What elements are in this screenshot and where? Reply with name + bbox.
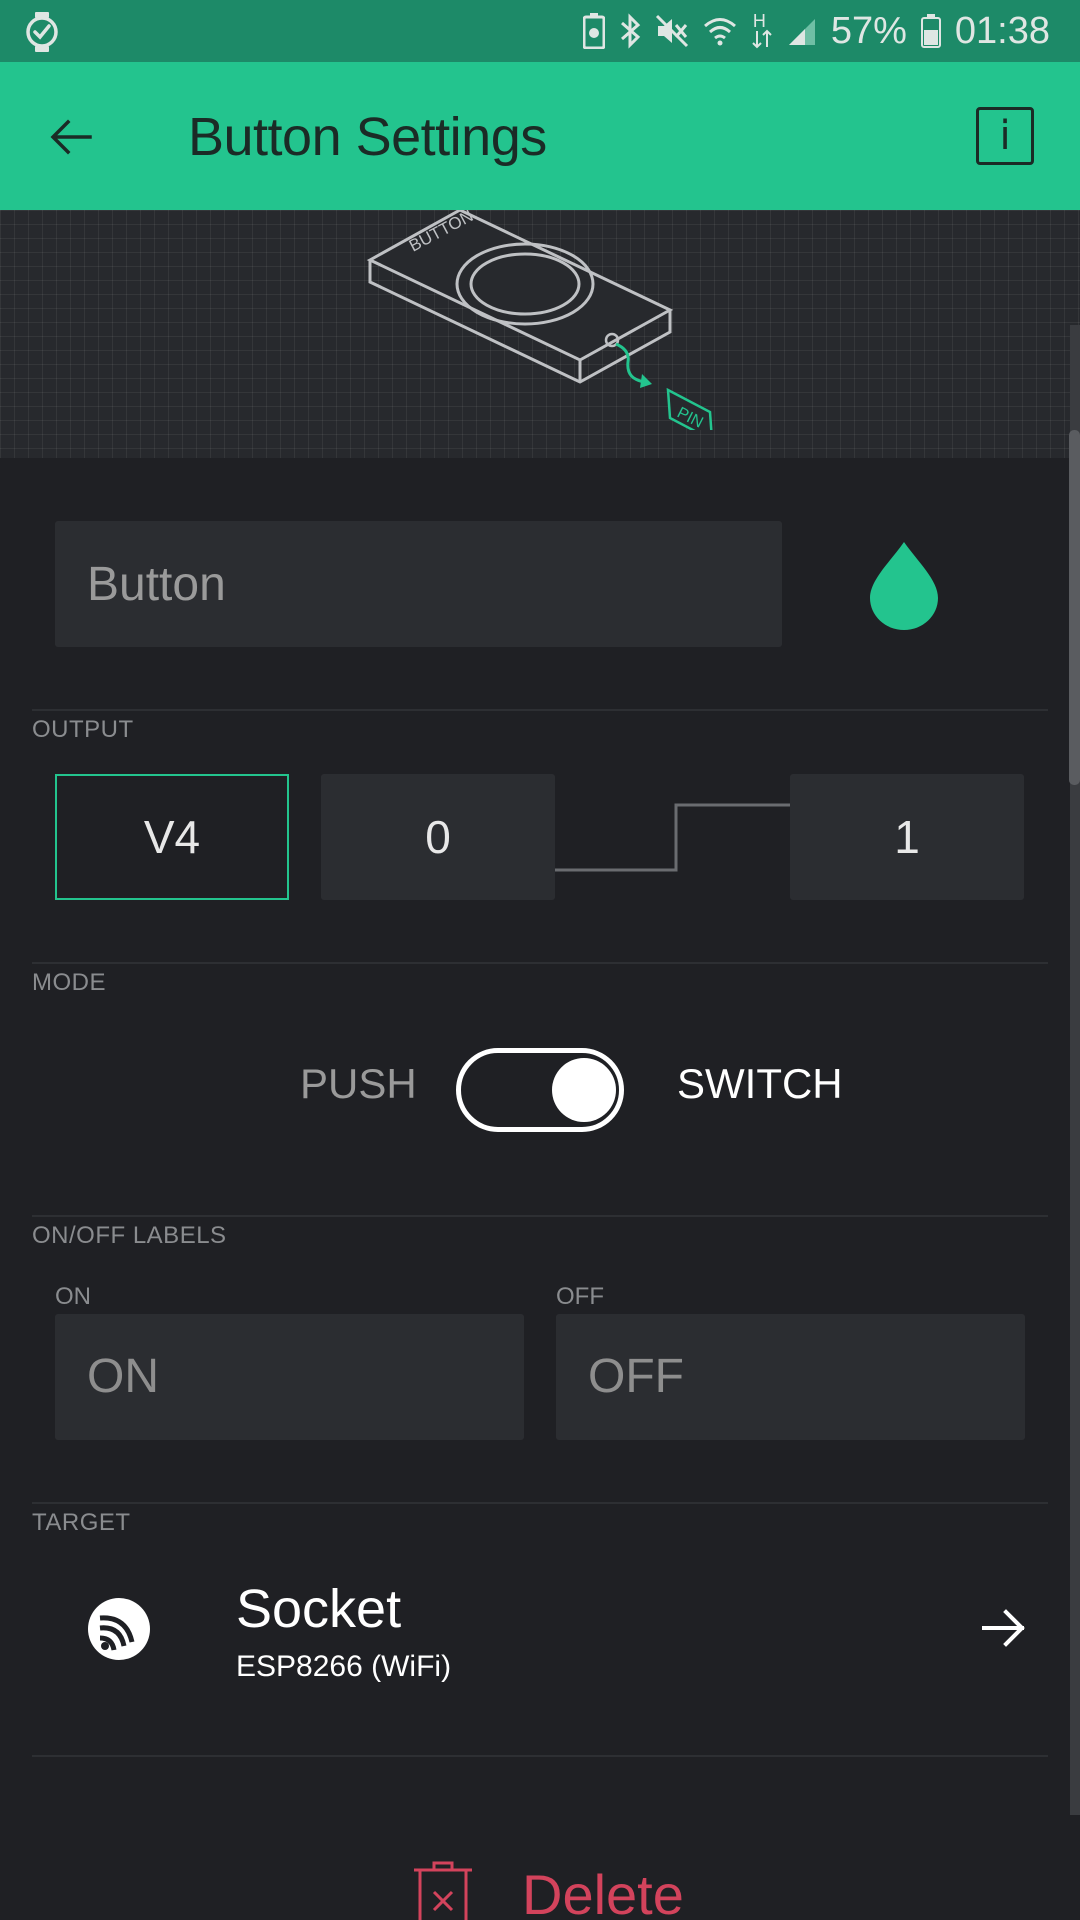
divider — [32, 1215, 1048, 1217]
widget-illustration: BUTTON PIN — [0, 210, 1080, 458]
divider — [32, 1755, 1048, 1757]
battery-saver-icon — [582, 13, 605, 49]
divider — [32, 1502, 1048, 1504]
target-device: ESP8266 (WiFi) — [236, 1650, 452, 1683]
high-value-input[interactable]: 1 — [790, 774, 1024, 900]
button-device-illustration: BUTTON PIN — [366, 210, 713, 430]
clock: 01:38 — [954, 9, 1050, 52]
scrollbar-thumb[interactable] — [1069, 430, 1080, 785]
mute-icon — [655, 14, 689, 48]
arrow-right-icon — [982, 1609, 1025, 1647]
section-label-output: OUTPUT — [32, 716, 134, 743]
signal-icon — [787, 15, 817, 47]
section-label-mode: MODE — [32, 969, 106, 996]
info-button[interactable]: i — [976, 107, 1034, 165]
section-label-onoff: ON/OFF LABELS — [32, 1222, 227, 1249]
on-caption: ON — [55, 1283, 91, 1310]
widget-name-input[interactable] — [55, 521, 782, 647]
wifi-icon — [703, 16, 737, 46]
battery-percent: 57% — [830, 9, 907, 52]
pin-selector[interactable]: V4 — [55, 774, 289, 900]
off-caption: OFF — [556, 1283, 604, 1310]
target-name: Socket — [236, 1579, 402, 1639]
watch-check-icon — [24, 12, 60, 52]
section-label-target: TARGET — [32, 1509, 131, 1536]
divider — [32, 709, 1048, 711]
bluetooth-icon — [619, 13, 641, 49]
esp-chip-icon — [88, 1598, 150, 1660]
mode-push-label[interactable]: PUSH — [300, 1060, 417, 1108]
back-button[interactable] — [40, 104, 106, 170]
on-label-input[interactable]: ON — [55, 1314, 524, 1440]
arrow-left-icon — [50, 119, 92, 155]
delete-label: Delete — [522, 1863, 684, 1920]
trash-icon — [414, 1861, 472, 1920]
low-value-input[interactable]: 0 — [321, 774, 555, 900]
mode-toggle[interactable] — [456, 1048, 624, 1132]
delete-button[interactable]: Delete — [410, 1860, 710, 1920]
status-icons: H 57% 01:38 — [582, 8, 1050, 54]
network-type-icon: H — [751, 11, 773, 49]
mode-switch-label[interactable]: SWITCH — [677, 1060, 843, 1108]
page-title: Button Settings — [188, 107, 547, 167]
color-drop-icon — [870, 542, 938, 630]
toggle-knob — [552, 1058, 616, 1122]
step-line-graphic — [555, 803, 790, 872]
button-settings-screen: H 57% 01:38 Button Settings i BUTTON PIN… — [0, 0, 1080, 1920]
target-device-row[interactable]: Socket ESP8266 (WiFi) — [32, 1550, 1048, 1720]
off-label-input[interactable]: OFF — [556, 1314, 1025, 1440]
status-bar: H 57% 01:38 — [0, 0, 1080, 62]
app-bar: Button Settings i — [0, 62, 1080, 210]
battery-icon — [920, 14, 941, 48]
divider — [32, 962, 1048, 964]
color-picker-button[interactable] — [868, 540, 940, 630]
